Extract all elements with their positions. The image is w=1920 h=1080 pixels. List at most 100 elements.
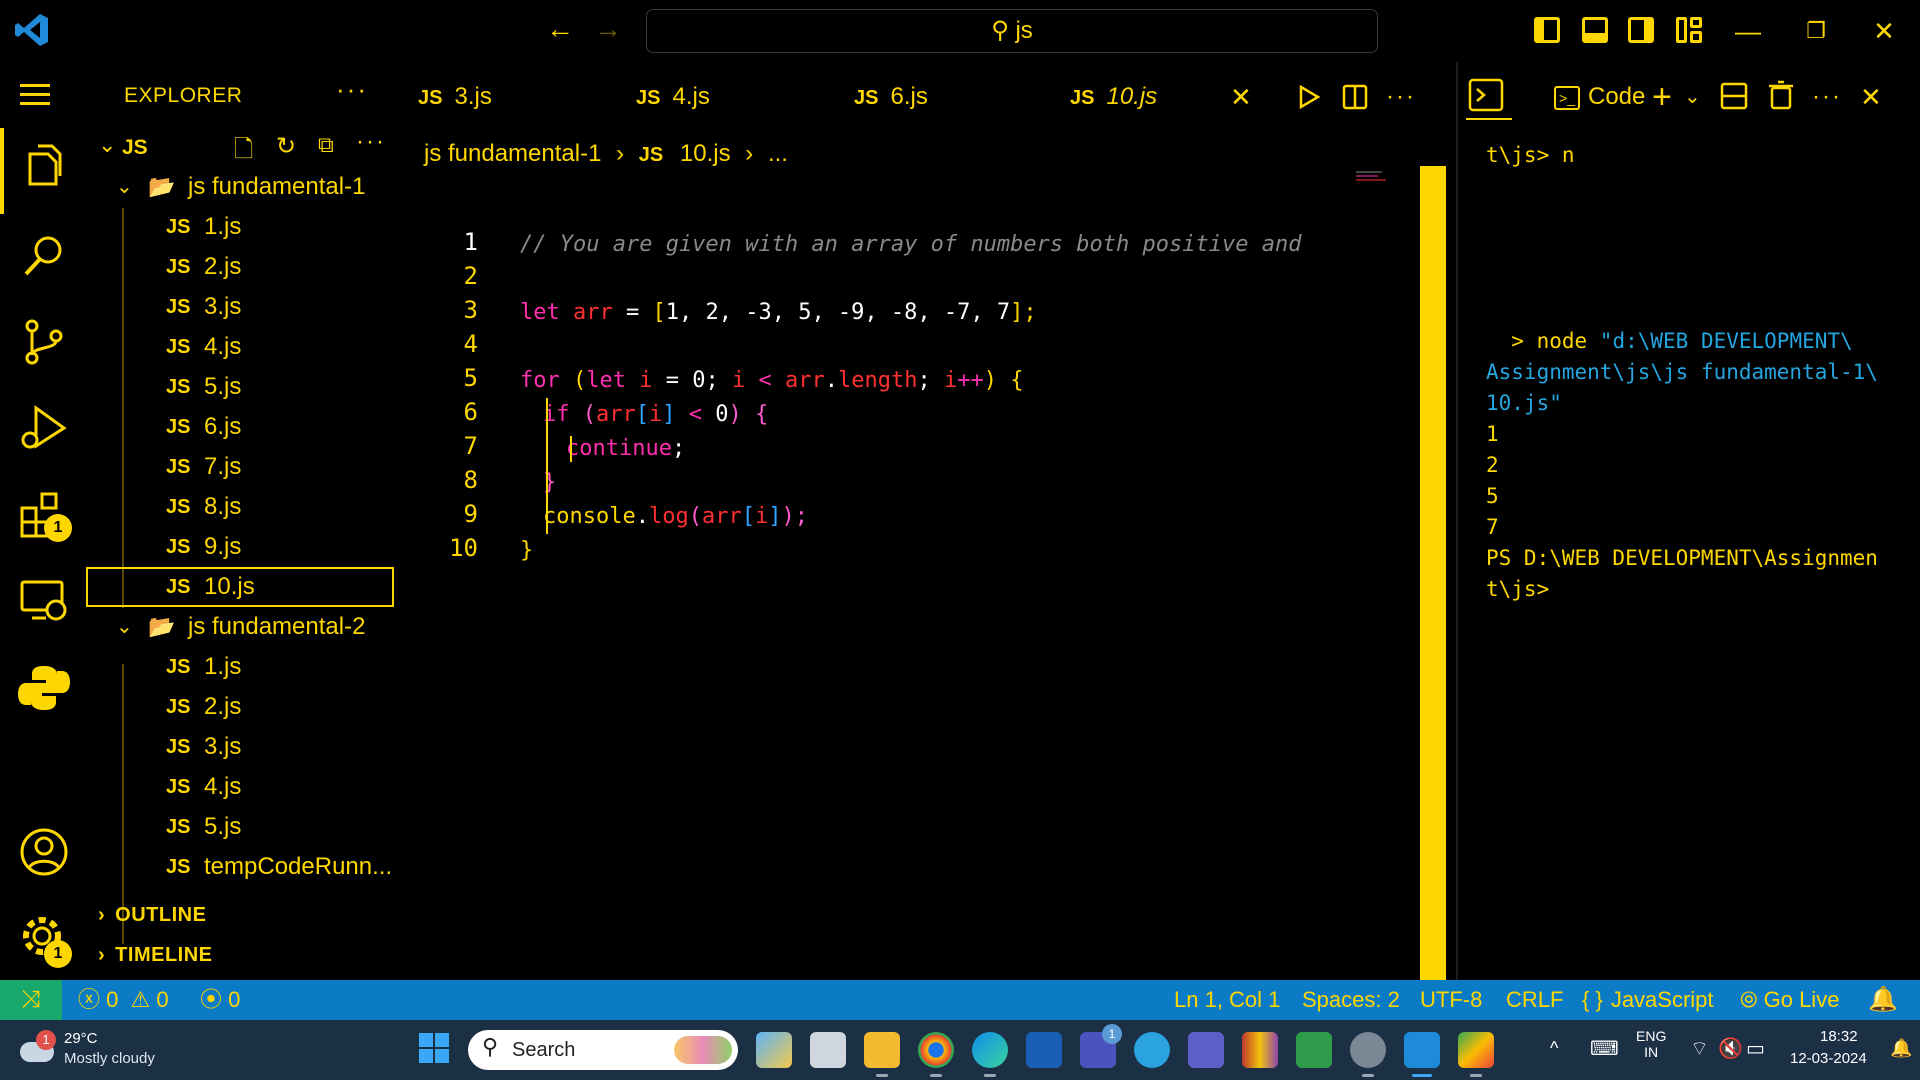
command-center-search[interactable]: ⚲ js	[646, 9, 1378, 53]
extensions-icon[interactable]: 1	[16, 486, 72, 542]
indentation[interactable]: Spaces: 2	[1302, 980, 1400, 1020]
tab-3-js[interactable]: JS 3.js	[418, 62, 492, 132]
file-row[interactable]: JS 8.js	[88, 487, 396, 527]
problems-indicator[interactable]: ⓧ 0 ⚠ 0	[78, 980, 169, 1020]
teams-icon[interactable]	[1188, 1032, 1224, 1068]
end-of-line[interactable]: CRLF	[1506, 980, 1563, 1020]
workspace-root[interactable]: ⌄ JS 🗋 ↻ ⧉ ···	[98, 128, 388, 166]
tab-close-icon[interactable]: ✕	[1230, 62, 1252, 132]
minimize-button[interactable]: —	[1728, 12, 1768, 50]
clock-date[interactable]: 12-03-2024	[1790, 1050, 1867, 1067]
classroom-icon[interactable]	[1296, 1032, 1332, 1068]
clock-time[interactable]: 18:32	[1820, 1028, 1858, 1045]
windows-start-icon[interactable]	[418, 1032, 450, 1064]
new-terminal-icon[interactable]: +	[1652, 80, 1672, 114]
editor-scrollbar[interactable]	[1420, 166, 1446, 980]
arrow-right-icon[interactable]: →	[592, 14, 624, 46]
go-live-button[interactable]: ⦾ Go Live	[1740, 980, 1839, 1020]
telegram-icon[interactable]	[1134, 1032, 1170, 1068]
outline-section[interactable]: › OUTLINE	[98, 904, 206, 927]
close-window-button[interactable]: ✕	[1864, 12, 1904, 50]
google-drive-icon[interactable]	[1458, 1032, 1494, 1077]
file-row[interactable]: JS 1.js	[88, 647, 396, 687]
vscode-taskbar-icon[interactable]	[1404, 1032, 1440, 1077]
file-row[interactable]: JS 1.js	[88, 207, 396, 247]
teams-chat-icon[interactable]: 1	[1080, 1024, 1122, 1068]
file-row[interactable]: JS 4.js	[88, 767, 396, 807]
terminal-icon[interactable]	[1468, 78, 1504, 112]
toggle-primary-sidebar-icon[interactable]	[1534, 17, 1560, 43]
cursor-position[interactable]: Ln 1, Col 1	[1174, 980, 1280, 1020]
file-row[interactable]: JS 9.js	[88, 527, 396, 567]
taskbar-search-box[interactable]: ⚲ Search	[468, 1030, 738, 1070]
python-icon[interactable]	[16, 660, 72, 716]
edge-icon[interactable]	[972, 1032, 1008, 1077]
tab-6-js[interactable]: JS 6.js	[854, 62, 928, 132]
tab-10-js-active[interactable]: JS 10.js	[1070, 62, 1157, 132]
remote-explorer-icon[interactable]	[16, 572, 72, 628]
folder-js-fundamental-1[interactable]: ⌄ 📂 js fundamental-1	[88, 167, 396, 207]
file-row[interactable]: JS 7.js	[88, 447, 396, 487]
file-row[interactable]: JS 3.js	[88, 287, 396, 327]
customize-layout-icon[interactable]	[1676, 17, 1702, 43]
close-panel-icon[interactable]: ✕	[1860, 80, 1882, 114]
panel-more-icon[interactable]: ···	[1812, 80, 1842, 114]
explorer-files-icon[interactable]	[16, 142, 72, 198]
ports-indicator[interactable]: ⦿ 0	[200, 980, 240, 1020]
source-control-icon[interactable]	[16, 314, 72, 370]
run-code-icon[interactable]	[1296, 84, 1322, 110]
split-terminal-icon[interactable]	[1720, 82, 1748, 110]
menu-icon[interactable]	[20, 82, 50, 108]
file-row[interactable]: JS 2.js	[88, 687, 396, 727]
wifi-icon[interactable]: ⌔	[1690, 1036, 1709, 1061]
chevron-up-icon[interactable]: ^	[1550, 1038, 1558, 1059]
settings-gear-icon[interactable]: 1	[16, 910, 72, 968]
file-row[interactable]: JS 3.js	[88, 727, 396, 767]
arrow-left-icon[interactable]: ←	[544, 14, 576, 46]
timeline-section[interactable]: › TIMELINE	[98, 944, 213, 967]
minimap[interactable]	[1356, 170, 1416, 184]
remote-indicator-icon[interactable]: ⤨	[0, 980, 62, 1020]
notification-center-icon[interactable]: 🔔	[1890, 1038, 1912, 1059]
chevron-down-icon[interactable]: ⌄	[1684, 80, 1701, 114]
editor-more-icon[interactable]: ···	[1386, 62, 1416, 132]
search-icon[interactable]	[16, 228, 72, 284]
encoding[interactable]: UTF-8	[1420, 980, 1482, 1020]
battery-icon[interactable]: ▭	[1746, 1036, 1765, 1061]
file-row[interactable]: JS 5.js	[88, 367, 396, 407]
tab-4-js[interactable]: JS 4.js	[636, 62, 710, 132]
collapse-all-icon[interactable]: ⧉	[318, 132, 334, 158]
code-editor[interactable]: // You are given with an array of number…	[520, 228, 1420, 1042]
breadcrumb-folder[interactable]: js fundamental-1	[424, 140, 601, 167]
toggle-panel-icon[interactable]	[1582, 17, 1608, 43]
weather-widget[interactable]: 1	[20, 1030, 56, 1066]
microsoft-store-icon[interactable]	[1026, 1032, 1062, 1068]
weather-description[interactable]: Mostly cloudy	[64, 1050, 155, 1067]
sidebar-more-button[interactable]: ···	[336, 74, 368, 105]
copilot-app-icon[interactable]	[756, 1032, 792, 1068]
weather-temperature[interactable]: 29°C	[64, 1030, 98, 1047]
terminal-instance-code[interactable]: >_ Code	[1554, 80, 1645, 114]
notifications-bell-icon[interactable]: 🔔	[1868, 980, 1898, 1020]
keyboard-icon[interactable]: ⌨	[1590, 1036, 1619, 1061]
root-more-icon[interactable]: ···	[356, 128, 386, 156]
run-debug-icon[interactable]	[16, 400, 72, 456]
volume-muted-icon[interactable]: 🔇	[1718, 1036, 1743, 1061]
winrar-icon[interactable]	[1242, 1032, 1278, 1068]
refresh-icon[interactable]: ↻	[276, 132, 296, 161]
restore-button[interactable]: ❐	[1796, 12, 1836, 50]
task-view-icon[interactable]	[810, 1032, 846, 1068]
file-explorer-icon[interactable]	[864, 1032, 900, 1077]
file-row[interactable]: JS 2.js	[88, 247, 396, 287]
file-row-selected[interactable]: JS 10.js	[86, 567, 394, 607]
breadcrumb-symbol[interactable]: ...	[768, 140, 788, 167]
accounts-icon[interactable]	[16, 824, 72, 880]
toggle-secondary-sidebar-icon[interactable]	[1628, 17, 1654, 43]
folder-js-fundamental-2[interactable]: ⌄ 📂 js fundamental-2	[88, 607, 396, 647]
file-row[interactable]: JS 5.js	[88, 807, 396, 847]
split-editor-icon[interactable]	[1342, 84, 1368, 110]
language-mode[interactable]: { } JavaScript	[1582, 980, 1714, 1020]
file-row[interactable]: JS tempCodeRunn...	[88, 847, 396, 887]
settings-app-icon[interactable]	[1350, 1032, 1386, 1077]
chrome-icon[interactable]	[918, 1032, 954, 1077]
